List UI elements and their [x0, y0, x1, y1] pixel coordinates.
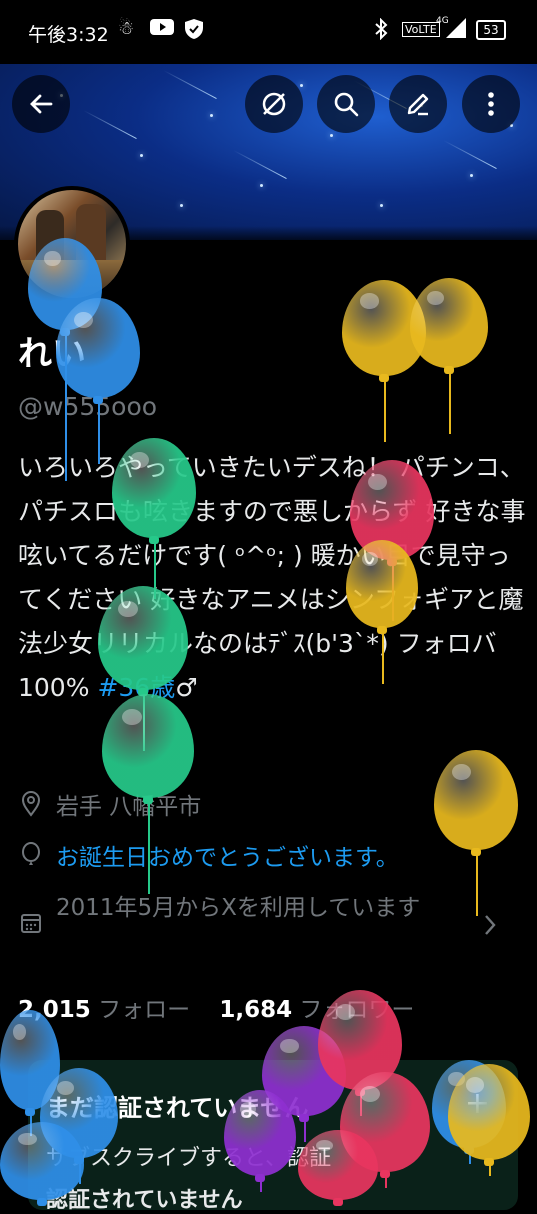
balloon-string	[449, 374, 451, 434]
back-arrow-icon	[30, 94, 53, 114]
bio-text: いろいろやっていきたいデスね！ パチンコ、パチスロも呟きますので悪しからず 好き…	[18, 453, 526, 702]
balloon-string	[98, 404, 100, 464]
calendar-icon	[18, 910, 44, 936]
location-row: 岩手 八幡平市	[18, 787, 201, 821]
decorative-balloon	[434, 750, 518, 850]
balloon-highlight	[452, 764, 471, 780]
balloon-highlight	[336, 1004, 355, 1020]
back-button[interactable]	[12, 75, 70, 133]
decorative-balloon	[346, 540, 418, 628]
birthday-text: お誕生日おめでとうございます。	[56, 845, 399, 871]
balloon-knot	[471, 848, 481, 856]
balloon-string	[304, 1122, 306, 1142]
balloon-knot	[149, 536, 159, 544]
decorative-balloon	[0, 1122, 84, 1200]
bio-suffix: ♂	[175, 673, 198, 702]
joined-text: 2011年5月からXを利用しています	[56, 895, 421, 921]
mute-icon	[262, 92, 286, 116]
verify-card-text-2: 認証されていません	[46, 1188, 243, 1213]
balloon-highlight	[117, 600, 138, 618]
balloon-knot	[93, 396, 103, 404]
decorative-balloon	[102, 694, 194, 798]
status-bar: 午後3:32 ☃ VoLTE 4G 53	[0, 0, 537, 64]
balloon-highlight	[360, 293, 379, 309]
decorative-balloon	[298, 1130, 378, 1200]
search-button[interactable]	[317, 75, 375, 133]
balloon-highlight	[466, 1077, 485, 1093]
balloon-knot	[299, 1114, 309, 1122]
bluetooth-icon	[374, 17, 388, 45]
balloon-knot	[143, 796, 153, 804]
more-vertical-icon	[488, 92, 494, 116]
balloon-highlight	[44, 250, 61, 266]
balloon-string	[382, 634, 384, 684]
balloon-knot	[37, 1198, 47, 1206]
balloon-highlight	[239, 1102, 256, 1116]
more-button[interactable]	[462, 75, 520, 133]
profile-bio: いろいろやっていきたいデスね！ パチンコ、パチスロも呟きますので悪しからず 好き…	[18, 446, 528, 710]
decorative-balloon	[98, 586, 188, 690]
balloon-highlight	[130, 452, 149, 468]
balloon-highlight	[359, 1086, 380, 1102]
birthday-row: お誕生日おめでとうございます。	[18, 838, 399, 872]
volte-badge: VoLTE	[402, 22, 440, 37]
balloon-icon	[18, 842, 44, 868]
signal-icon	[446, 18, 466, 43]
balloon-knot	[484, 1158, 494, 1166]
decorative-balloon	[112, 438, 196, 538]
balloon-highlight	[280, 1038, 299, 1053]
balloon-knot	[377, 626, 387, 634]
status-time: 午後3:32	[28, 24, 109, 46]
following-label: フォロー	[98, 997, 191, 1023]
notification-icon: ☃	[118, 18, 135, 39]
balloon-highlight	[74, 312, 93, 328]
balloon-knot	[380, 1170, 390, 1178]
youtube-icon	[150, 18, 174, 41]
battery-indicator: 53	[476, 20, 506, 40]
balloon-string	[384, 382, 386, 442]
balloon-highlight	[315, 1139, 334, 1151]
balloon-knot	[444, 366, 454, 374]
mute-button[interactable]	[245, 75, 303, 133]
balloon-highlight	[361, 552, 378, 567]
decorative-balloon	[56, 298, 140, 398]
shield-check-icon	[184, 18, 204, 45]
balloon-knot	[255, 1174, 265, 1182]
edit-icon	[407, 93, 429, 116]
balloon-string	[476, 856, 478, 916]
decorative-balloon	[410, 278, 488, 368]
chevron-right-icon[interactable]	[482, 912, 498, 942]
balloon-string	[489, 1166, 491, 1176]
balloon-highlight	[368, 474, 387, 490]
followers-count: 1,684	[219, 997, 293, 1023]
balloon-string	[148, 804, 150, 894]
balloon-string	[260, 1182, 262, 1192]
balloon-knot	[25, 1108, 35, 1116]
balloon-string	[385, 1178, 387, 1188]
joined-row: 2011年5月からXを利用しています	[18, 888, 488, 936]
search-icon	[334, 92, 359, 117]
edit-button[interactable]	[389, 75, 447, 133]
location-pin-icon	[18, 791, 44, 817]
balloon-knot	[333, 1198, 343, 1206]
decorative-balloon	[224, 1090, 296, 1176]
decorative-balloon	[448, 1064, 530, 1160]
balloon-knot	[379, 374, 389, 382]
